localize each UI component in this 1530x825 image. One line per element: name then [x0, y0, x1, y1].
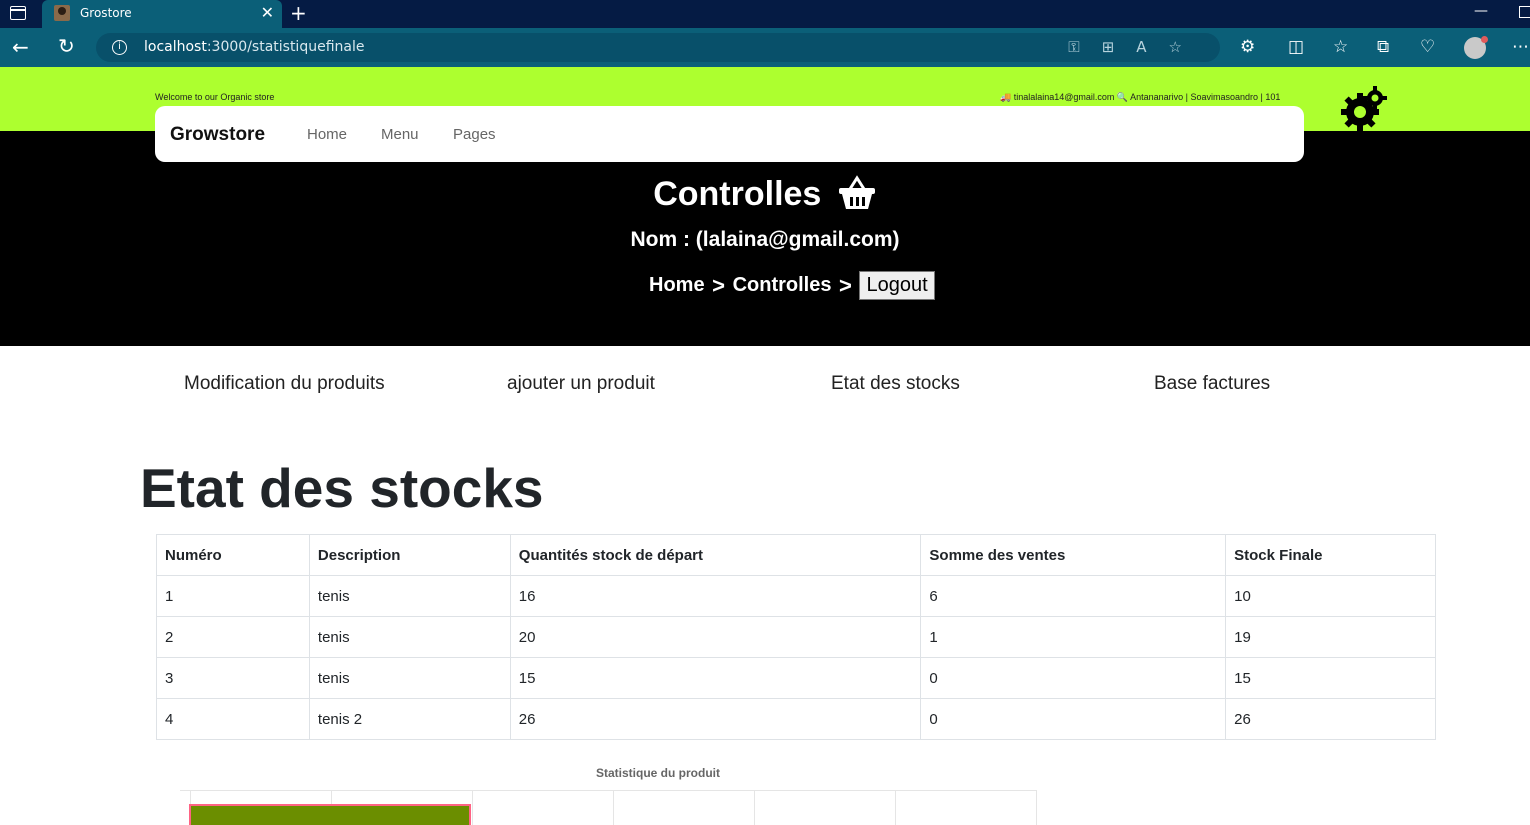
breadcrumb-controlles[interactable]: Controlles: [733, 274, 832, 297]
table-header-row: Numéro Description Quantités stock de dé…: [156, 534, 1436, 576]
cell: 0: [920, 657, 1227, 699]
cell: 1: [920, 616, 1227, 658]
maximize-icon[interactable]: [1519, 6, 1530, 18]
stock-table: Numéro Description Quantités stock de dé…: [156, 534, 1436, 740]
cell: 16: [509, 575, 922, 617]
page-title: Etat des stocks: [140, 457, 544, 519]
hero-title: Controlles: [0, 175, 1530, 214]
brand-logo[interactable]: Growstore: [170, 124, 265, 146]
hero-banner: Controlles Nom : (lalaina@gmail.com) Hom…: [0, 131, 1530, 346]
col-header: Quantités stock de départ: [509, 534, 922, 576]
cell: 15: [1225, 657, 1436, 699]
breadcrumb-home[interactable]: Home: [649, 274, 705, 297]
col-header: Stock Finale: [1225, 534, 1436, 576]
cell: 26: [509, 698, 922, 740]
favorites-icon[interactable]: ☆: [1333, 37, 1348, 57]
chevron-right-icon: >: [712, 272, 725, 298]
browser-essentials-icon[interactable]: ♡: [1420, 37, 1435, 57]
cell: 20: [509, 616, 922, 658]
table-row: 3 tenis 15 0 15: [156, 657, 1436, 699]
user-name-label: Nom : (lalaina@gmail.com): [630, 228, 900, 251]
cell: 15: [509, 657, 922, 699]
tab-actions-icon[interactable]: [10, 6, 26, 20]
tab-title: Grostore: [80, 6, 132, 20]
cell: tenis: [308, 575, 511, 617]
cell: 6: [920, 575, 1227, 617]
nav-pages[interactable]: Pages: [453, 126, 496, 143]
url-actions-icons[interactable]: ⚿⊞A☆: [1068, 38, 1204, 56]
extensions-icon[interactable]: ⚙: [1240, 37, 1255, 57]
cell: 0: [920, 698, 1227, 740]
tab-favicon-icon: [54, 5, 70, 21]
welcome-text: Welcome to our Organic store: [155, 92, 275, 102]
site-info-icon[interactable]: i: [112, 40, 127, 55]
refresh-icon[interactable]: ↻: [58, 34, 75, 58]
col-header: Somme des ventes: [920, 534, 1227, 576]
url-text: localhost:3000/statistiquefinale: [144, 39, 365, 55]
cell: 10: [1225, 575, 1436, 617]
nav-ajouter-produit[interactable]: ajouter un produit: [507, 373, 655, 395]
url-field[interactable]: i localhost:3000/statistiquefinale ⚿⊞A☆: [96, 33, 1220, 62]
main-navbar: Growstore Home Menu Pages: [155, 106, 1304, 162]
product-chart: [180, 790, 1037, 825]
new-tab-icon[interactable]: +: [290, 1, 307, 25]
cell: tenis: [308, 616, 511, 658]
tab-close-icon[interactable]: ✕: [261, 3, 274, 22]
table-row: 4 tenis 2 26 0 26: [156, 698, 1436, 740]
more-menu-icon[interactable]: ⋯: [1512, 37, 1529, 57]
nav-modification-produits[interactable]: Modification du produits: [184, 373, 385, 395]
gear-icon[interactable]: [1340, 84, 1390, 134]
cell: 4: [156, 698, 310, 740]
breadcrumb: Home > Controlles > Logout: [649, 271, 935, 307]
back-icon[interactable]: ←: [12, 35, 29, 59]
chevron-right-icon: >: [839, 272, 852, 298]
col-header: Numéro: [156, 534, 310, 576]
cell: 2: [156, 616, 310, 658]
chart-bar: [189, 804, 471, 825]
nav-menu[interactable]: Menu: [381, 126, 419, 143]
collections-icon[interactable]: ⧉: [1377, 37, 1389, 57]
nav-etat-stocks[interactable]: Etat des stocks: [831, 373, 960, 395]
cell: 19: [1225, 616, 1436, 658]
split-screen-icon[interactable]: ◫: [1288, 37, 1304, 57]
table-row: 1 tenis 16 6 10: [156, 575, 1436, 617]
browser-tab[interactable]: Grostore ✕: [42, 0, 282, 28]
browser-tab-strip: Grostore ✕ + —: [0, 0, 1530, 28]
cell: tenis: [308, 657, 511, 699]
cell: 3: [156, 657, 310, 699]
cell: tenis 2: [308, 698, 511, 740]
col-header: Description: [308, 534, 511, 576]
nav-base-factures[interactable]: Base factures: [1154, 373, 1270, 395]
profile-avatar[interactable]: [1464, 36, 1488, 59]
chart-title: Statistique du produit: [596, 766, 720, 780]
table-row: 2 tenis 20 1 19: [156, 616, 1436, 658]
cell: 1: [156, 575, 310, 617]
cell: 26: [1225, 698, 1436, 740]
logout-button[interactable]: Logout: [859, 271, 935, 300]
nav-home[interactable]: Home: [307, 126, 347, 143]
basket-icon: [838, 175, 875, 209]
minimize-icon[interactable]: —: [1474, 3, 1488, 19]
contact-info: 🚚 tinalalaina14@gmail.com 🔍 Antananarivo…: [1000, 92, 1281, 102]
